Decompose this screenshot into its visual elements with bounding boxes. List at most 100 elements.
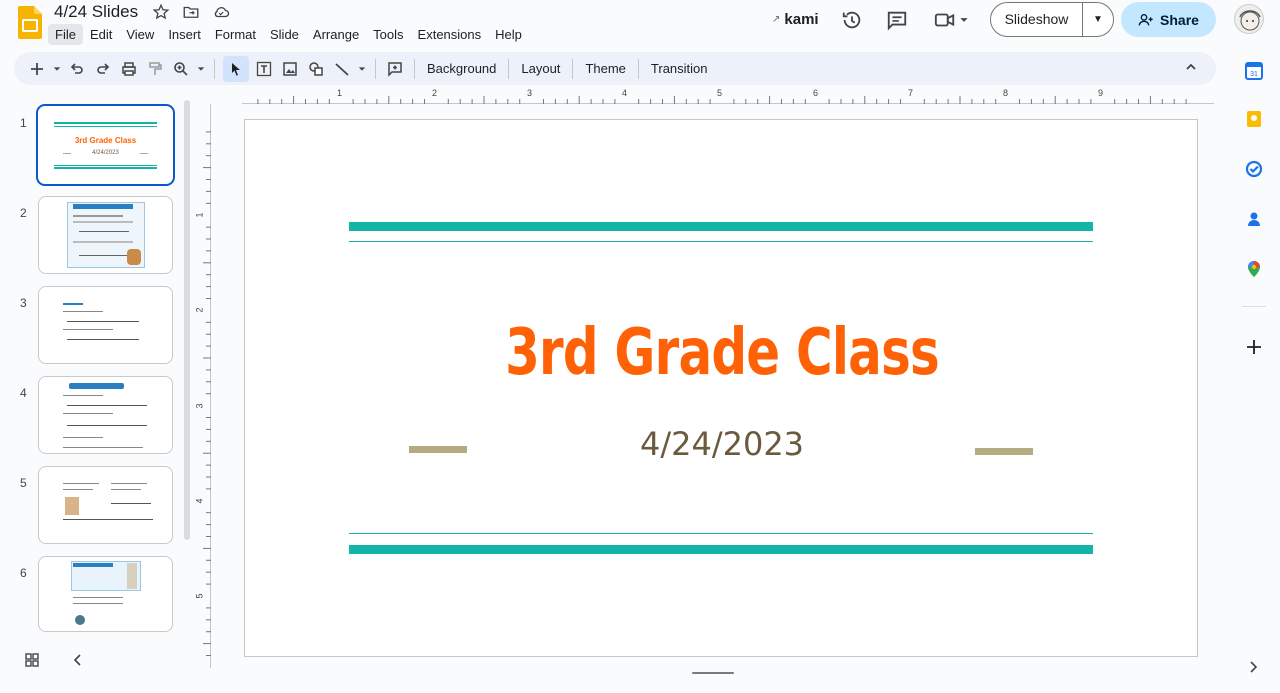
toolbar-divider — [214, 58, 215, 79]
calendar-icon[interactable]: 31 — [1245, 62, 1263, 80]
kami-extension-button[interactable]: ↗ kami — [772, 11, 819, 28]
speaker-notes-handle[interactable] — [692, 672, 734, 674]
external-link-icon: ↗ — [772, 14, 781, 25]
document-title[interactable]: 4/24 Slides — [54, 2, 138, 22]
add-comment-icon[interactable] — [384, 56, 406, 82]
toolbar-divider — [375, 58, 376, 79]
ruler-number: 7 — [908, 88, 914, 98]
add-person-icon — [1138, 13, 1153, 25]
maps-icon[interactable] — [1245, 260, 1263, 278]
thumbnail-date: 4/24/2023 — [92, 150, 119, 156]
ruler-number: 6 — [813, 88, 819, 98]
slides-logo-icon[interactable] — [18, 6, 42, 39]
keep-icon[interactable] — [1245, 110, 1263, 128]
line-dropdown-icon[interactable] — [357, 56, 367, 82]
right-dash[interactable] — [975, 448, 1033, 455]
top-teal-bar[interactable] — [349, 222, 1093, 231]
slide-subtitle[interactable]: 4/24/2023 — [245, 425, 1199, 463]
menu-extensions[interactable]: Extensions — [411, 24, 489, 45]
slideshow-dropdown-icon[interactable]: ▼ — [1083, 14, 1113, 25]
slide-thumbnail-row[interactable]: 4 — [0, 376, 192, 460]
vertical-ruler[interactable]: 1 2 3 4 5 — [195, 104, 211, 668]
insert-image-icon[interactable] — [279, 56, 301, 82]
zoom-icon[interactable] — [170, 56, 192, 82]
slide-thumbnail-row[interactable]: 3 — [0, 286, 192, 370]
ruler-number: 2 — [194, 307, 205, 313]
side-panel-divider — [1242, 306, 1266, 307]
thumbnail-title: 3rd Grade Class — [74, 136, 137, 145]
cloud-status-icon[interactable] — [212, 3, 230, 21]
new-slide-icon[interactable] — [26, 56, 48, 82]
undo-icon[interactable] — [66, 56, 88, 82]
share-button[interactable]: Share — [1121, 2, 1216, 37]
slideshow-label[interactable]: Slideshow — [991, 3, 1083, 36]
slide-thumbnail-4[interactable] — [38, 376, 173, 454]
slide-thumbnail-2[interactable] — [38, 196, 173, 274]
menu-bar: File Edit View Insert Format Slide Arran… — [48, 24, 529, 45]
ruler-number: 9 — [1098, 88, 1104, 98]
collapse-filmstrip-icon[interactable] — [70, 652, 86, 668]
slide-number: 5 — [20, 476, 27, 490]
layout-button[interactable]: Layout — [515, 61, 566, 76]
transition-button[interactable]: Transition — [645, 61, 714, 76]
toolbar-divider — [508, 58, 510, 79]
slide-number: 1 — [20, 116, 27, 130]
share-label: Share — [1160, 11, 1199, 28]
shape-icon[interactable] — [305, 56, 327, 82]
avatar[interactable] — [1234, 4, 1264, 34]
slide-thumbnail-5[interactable] — [38, 466, 173, 544]
slide-thumbnail-6[interactable] — [38, 556, 173, 632]
line-icon[interactable] — [331, 56, 353, 82]
slide-thumbnail-1[interactable]: 3rd Grade Class 4/24/2023 — [36, 104, 175, 186]
move-to-folder-icon[interactable] — [182, 3, 200, 21]
top-bar: 4/24 Slides File Edit View Insert Format… — [0, 0, 1280, 48]
theme-button[interactable]: Theme — [579, 61, 631, 76]
text-box-icon[interactable] — [253, 56, 275, 82]
menu-format[interactable]: Format — [208, 24, 263, 45]
slide-number: 3 — [20, 296, 27, 310]
top-teal-line[interactable] — [349, 241, 1093, 242]
grid-view-icon[interactable] — [24, 652, 40, 668]
filmstrip-scrollbar[interactable] — [184, 100, 190, 540]
comments-icon[interactable] — [886, 9, 908, 31]
ruler-number: 3 — [527, 88, 533, 98]
menu-insert[interactable]: Insert — [161, 24, 208, 45]
menu-tools[interactable]: Tools — [366, 24, 410, 45]
collapse-toolbar-icon[interactable] — [1184, 60, 1198, 74]
slide-canvas[interactable]: 3rd Grade Class 4/24/2023 — [244, 119, 1198, 657]
add-icon[interactable] — [1245, 338, 1263, 356]
expand-side-panel-icon[interactable] — [1248, 658, 1260, 676]
ruler-number: 2 — [432, 88, 438, 98]
meet-camera-icon[interactable] — [934, 9, 956, 31]
menu-slide[interactable]: Slide — [263, 24, 306, 45]
paint-format-icon[interactable] — [144, 56, 166, 82]
menu-view[interactable]: View — [119, 24, 161, 45]
zoom-dropdown-icon[interactable] — [196, 56, 206, 82]
menu-arrange[interactable]: Arrange — [306, 24, 366, 45]
slide-number: 2 — [20, 206, 27, 220]
horizontal-ruler[interactable]: 1 2 3 4 5 6 7 8 9 — [242, 88, 1214, 104]
contacts-icon[interactable] — [1245, 210, 1263, 228]
slide-title[interactable]: 3rd Grade Class — [350, 316, 1094, 390]
slideshow-button[interactable]: Slideshow ▼ — [990, 2, 1114, 37]
slide-thumbnail-row[interactable]: 5 — [0, 466, 192, 550]
meet-dropdown-icon[interactable] — [958, 9, 970, 31]
print-icon[interactable] — [118, 56, 140, 82]
slide-thumbnail-row[interactable]: 6 — [0, 556, 192, 632]
new-slide-dropdown-icon[interactable] — [52, 56, 62, 82]
background-button[interactable]: Background — [421, 61, 502, 76]
menu-file[interactable]: File — [48, 24, 83, 45]
tasks-icon[interactable] — [1245, 160, 1263, 178]
bottom-teal-bar[interactable] — [349, 545, 1093, 554]
slide-thumbnail-row[interactable]: 1 3rd Grade Class 4/24/2023 — [0, 104, 192, 190]
menu-edit[interactable]: Edit — [83, 24, 119, 45]
redo-icon[interactable] — [92, 56, 114, 82]
version-history-icon[interactable] — [841, 9, 863, 31]
star-icon[interactable] — [152, 3, 170, 21]
menu-help[interactable]: Help — [488, 24, 529, 45]
toolbar-divider — [572, 58, 574, 79]
slide-thumbnail-3[interactable] — [38, 286, 173, 364]
select-cursor-icon[interactable] — [223, 55, 249, 82]
bottom-teal-line[interactable] — [349, 533, 1093, 534]
slide-thumbnail-row[interactable]: 2 — [0, 196, 192, 280]
